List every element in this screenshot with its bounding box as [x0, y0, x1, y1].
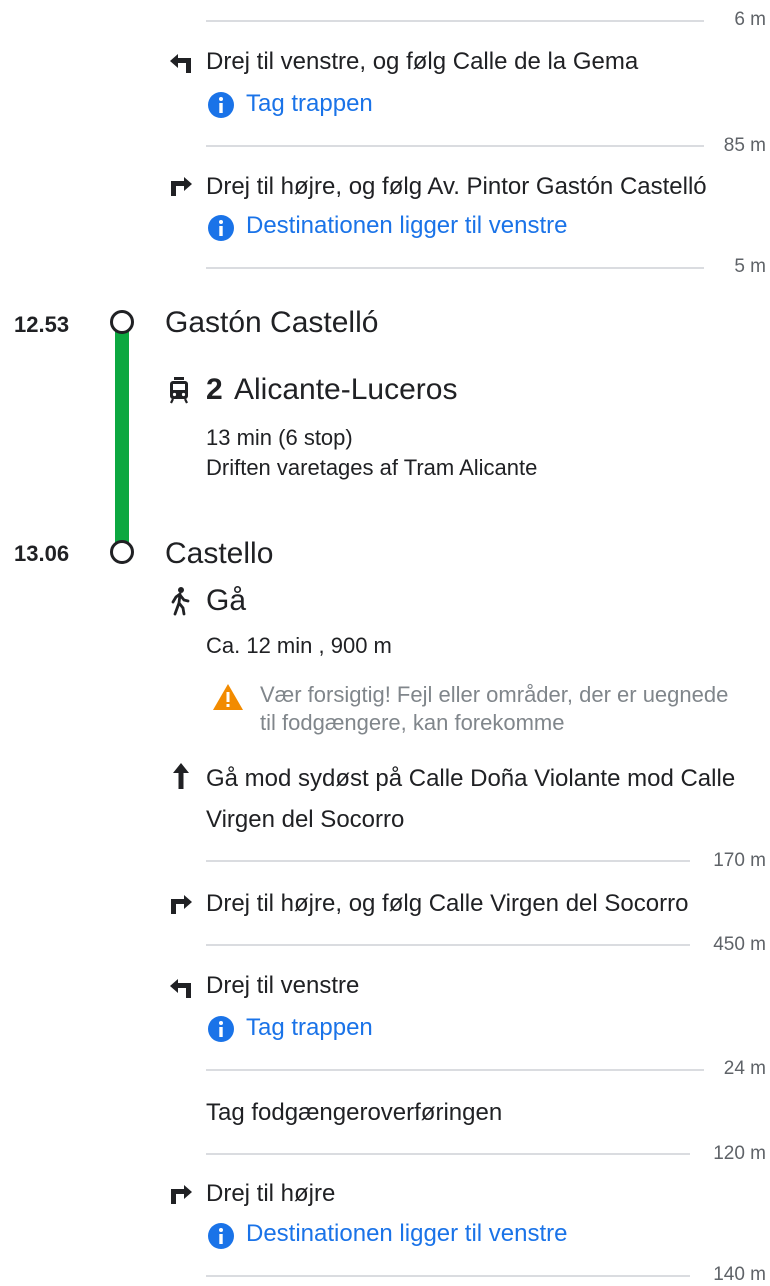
step-instruction: Drej til højre, og følg Av. Pintor Gastó… [206, 173, 707, 200]
arrival-time: 13.06 [14, 541, 70, 566]
tram-icon [168, 376, 190, 404]
transit-duration: 13 min (6 stop) [206, 425, 353, 450]
step-note-link[interactable]: Tag trappen [246, 1014, 373, 1042]
stop-marker [110, 540, 134, 564]
divider [206, 1275, 690, 1277]
divider [206, 1069, 704, 1071]
divider [206, 20, 704, 22]
walk-icon [168, 586, 192, 616]
stop-marker [110, 310, 134, 334]
step-distance: 5 m [734, 256, 766, 277]
step-note-link[interactable]: Destinationen ligger til venstre [246, 212, 568, 240]
divider [206, 860, 690, 862]
turn-left-icon [168, 52, 194, 74]
step-distance: 450 m [713, 934, 766, 955]
transit-line-bar [115, 328, 129, 544]
turn-left-icon [168, 977, 194, 999]
info-icon [207, 1222, 235, 1250]
transit-operator: Driften varetages af Tram Alicante [206, 455, 538, 480]
step-distance: 24 m [723, 1058, 766, 1079]
info-icon [207, 1015, 235, 1043]
turn-right-icon [168, 893, 194, 915]
walk-summary: Ca. 12 min , 900 m [206, 633, 392, 658]
divider [206, 267, 704, 269]
step-instruction: Drej til venstre, og følg Calle de la Ge… [206, 48, 639, 75]
step-note-link[interactable]: Destinationen ligger til venstre [246, 1220, 568, 1248]
divider [206, 145, 704, 147]
walk-mode-label: Gå [206, 584, 247, 617]
info-icon [207, 91, 235, 119]
step-instruction: Tag fodgængeroverføringen [206, 1099, 503, 1126]
step-distance: 6 m [734, 9, 766, 30]
step-instruction: Drej til venstre [206, 972, 360, 999]
step-instruction: Gå mod sydøst på Calle Doña Violante mod… [206, 765, 736, 792]
transit-line-name[interactable]: Alicante-Luceros [234, 373, 457, 407]
warning-icon [212, 683, 244, 711]
turn-right-icon [168, 175, 194, 197]
step-instruction: Drej til højre, og følg Calle Virgen del… [206, 890, 689, 917]
step-distance: 85 m [723, 135, 766, 156]
transit-line-number: 2 [206, 373, 223, 406]
step-distance: 140 m [713, 1264, 766, 1285]
step-instruction-cont: Virgen del Socorro [206, 806, 405, 833]
divider [206, 1153, 690, 1155]
arrival-stop[interactable]: Castello [165, 537, 273, 571]
step-note-link[interactable]: Tag trappen [246, 90, 373, 118]
departure-time: 12.53 [14, 312, 70, 337]
divider [206, 944, 690, 946]
departure-stop[interactable]: Gastón Castelló [165, 306, 378, 340]
step-distance: 120 m [713, 1143, 766, 1164]
step-distance: 170 m [713, 850, 766, 871]
step-instruction: Drej til højre [206, 1180, 336, 1207]
info-icon [207, 214, 235, 242]
walk-warning: Vær forsigtig! Fejl eller områder, der e… [260, 682, 729, 735]
straight-arrow-icon [172, 762, 190, 790]
turn-right-icon [168, 1183, 194, 1205]
